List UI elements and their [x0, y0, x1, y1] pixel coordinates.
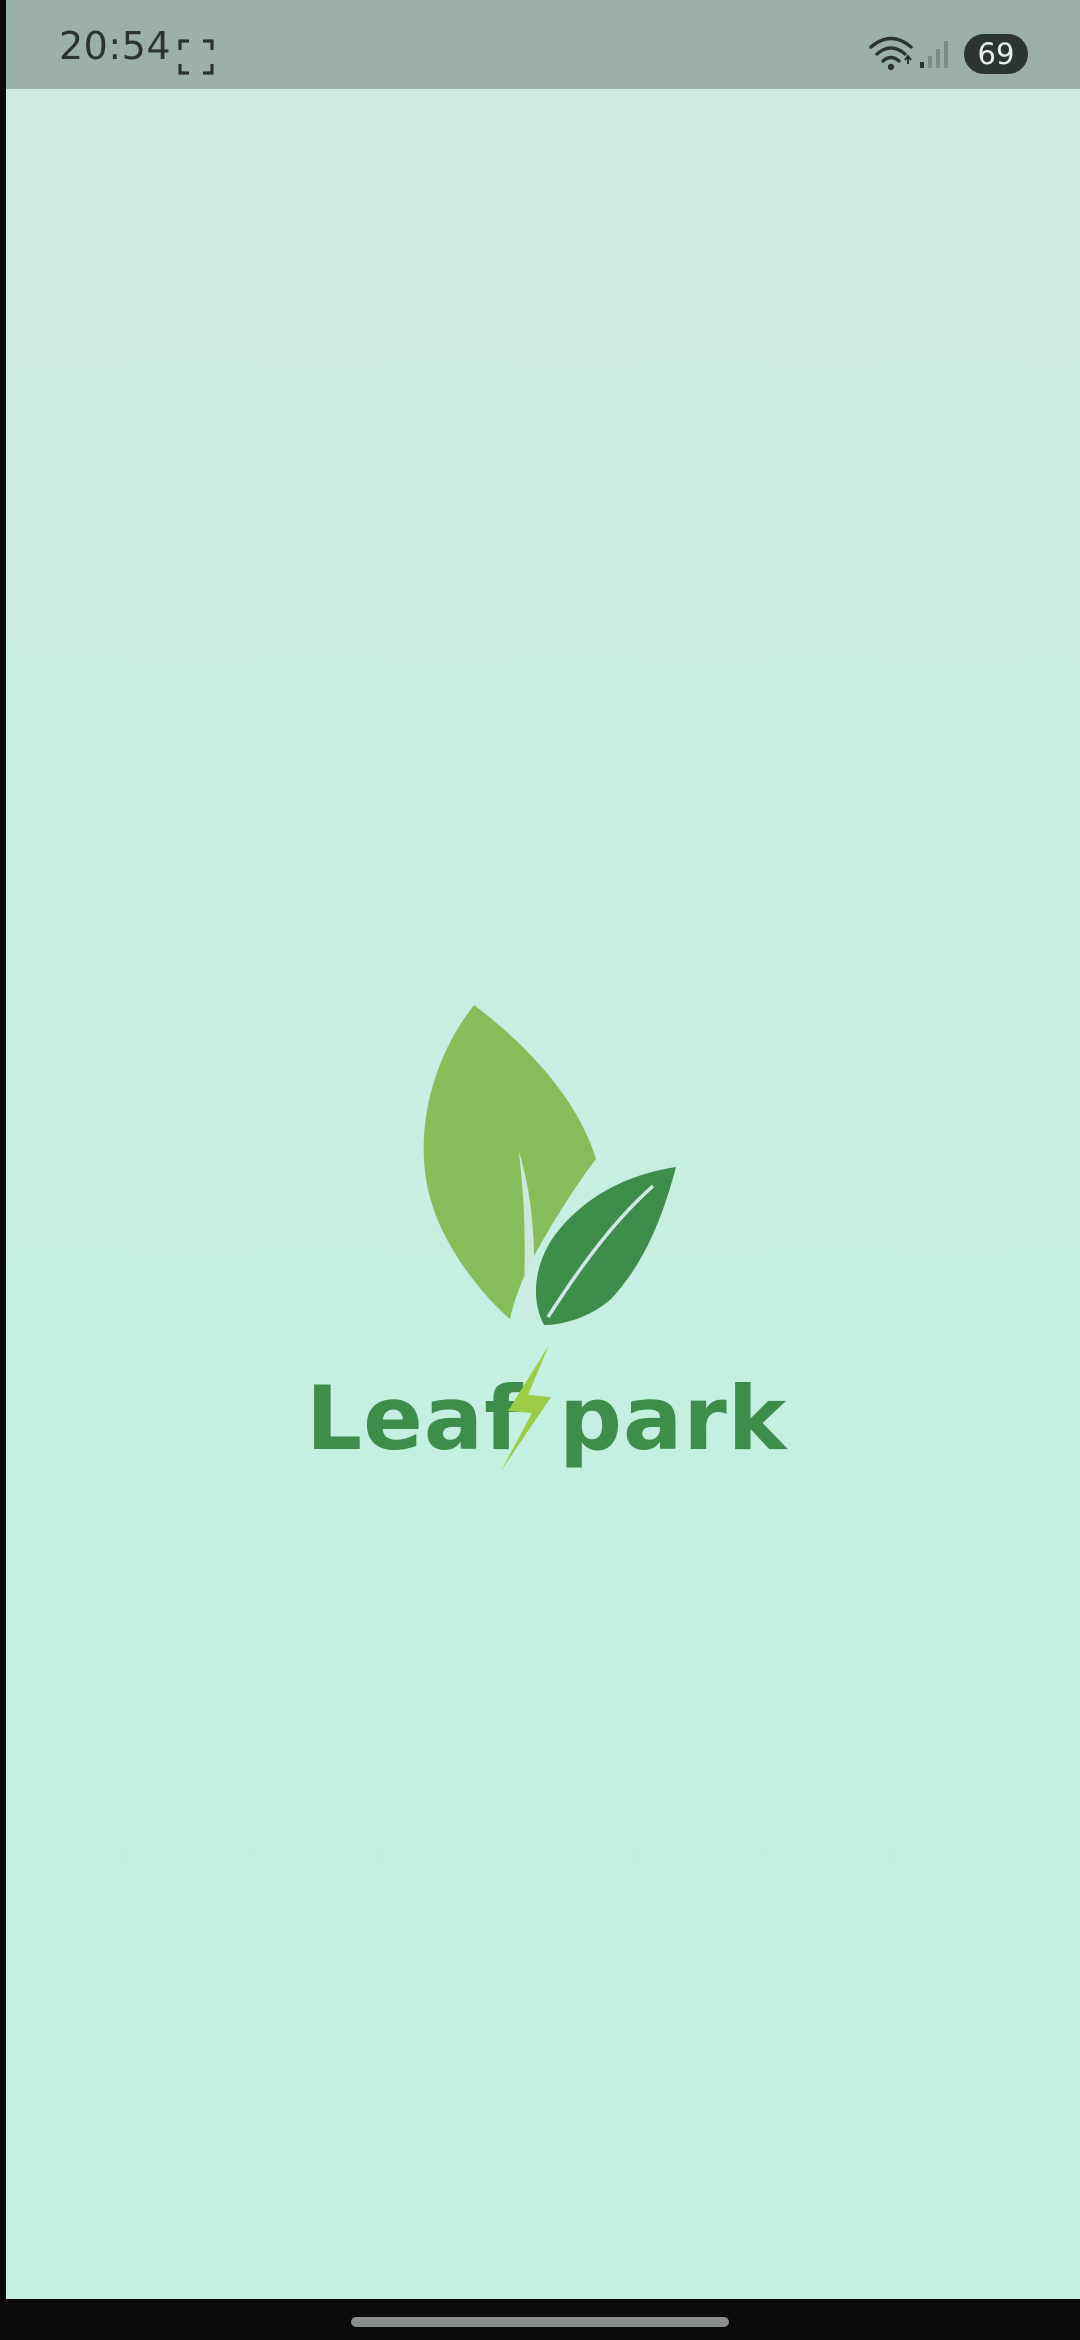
- leafspark-wordmark: Leaf: [306, 1367, 524, 1470]
- signal-icon: [920, 41, 948, 68]
- wifi-icon: [869, 36, 913, 71]
- home-indicator[interactable]: [351, 2317, 729, 2327]
- splash-screen: 20:54 69 Leaf park: [0, 0, 1080, 2340]
- svg-text:park: park: [559, 1367, 789, 1470]
- navigation-bar: [0, 2299, 1080, 2340]
- battery-icon: 69: [964, 34, 1028, 74]
- status-bar: 20:54 69: [6, 0, 1080, 89]
- screen-record-icon: [178, 39, 214, 75]
- battery-level: 69: [977, 37, 1015, 71]
- splash-background: Leaf park: [6, 89, 1080, 2299]
- leafspark-logo: Leaf park: [306, 1005, 789, 1471]
- status-time: 20:54: [59, 24, 172, 68]
